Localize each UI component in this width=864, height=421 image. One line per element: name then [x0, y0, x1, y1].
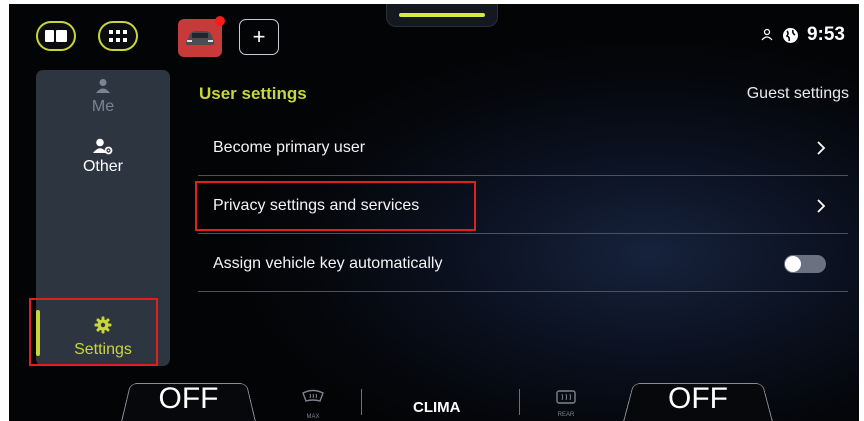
divider — [361, 389, 362, 415]
assign-key-toggle[interactable] — [784, 255, 826, 273]
handle-bar — [399, 13, 485, 17]
sidebar-item-label: Other — [82, 158, 123, 175]
row-become-primary-user[interactable]: Become primary user — [198, 120, 848, 176]
right-temperature-off[interactable]: OFF — [623, 376, 773, 421]
divider — [519, 389, 520, 415]
rear-defrost-icon — [556, 390, 576, 404]
max-defrost-button[interactable]: MAX — [299, 389, 327, 420]
clima-button[interactable]: CLIMA — [413, 399, 461, 416]
climate-bar: OFF MAX CLIMA REAR OFF — [9, 371, 859, 421]
split-view-icon — [45, 30, 67, 42]
sidebar-item-label: Me — [91, 98, 115, 115]
split-screen-button[interactable] — [36, 21, 76, 51]
user-settings-icon — [93, 138, 113, 155]
apps-button[interactable] — [98, 21, 138, 51]
user-icon — [96, 79, 110, 93]
rear-label: REAR — [557, 412, 575, 418]
apps-grid-icon — [109, 30, 127, 42]
pull-down-handle[interactable] — [386, 4, 498, 27]
vehicle-button[interactable] — [178, 19, 222, 57]
highlight-box-privacy — [195, 181, 476, 231]
plus-icon: + — [252, 24, 266, 49]
row-label: Become primary user — [213, 139, 366, 156]
clock: 9:53 — [806, 24, 845, 45]
highlight-box-settings — [29, 298, 158, 366]
notification-dot — [215, 16, 225, 26]
status-area: 9:53 — [760, 24, 845, 46]
car-icon — [186, 31, 214, 45]
section-title: User settings — [199, 84, 307, 103]
row-label: Assign vehicle key automatically — [213, 255, 443, 272]
max-label: MAX — [306, 414, 320, 420]
chevron-right-icon — [817, 141, 826, 155]
sidebar-item-me[interactable]: Me — [36, 78, 170, 116]
sidebar-item-other[interactable]: Other — [36, 138, 170, 176]
globe-icon — [782, 27, 798, 43]
user-link-icon — [761, 28, 773, 41]
screen: + 9:53 Me Other Settings User settings G… — [9, 4, 859, 421]
row-assign-vehicle-key: Assign vehicle key automatically — [198, 236, 848, 292]
chevron-right-icon — [817, 199, 826, 213]
left-temperature-off[interactable]: OFF — [121, 376, 256, 421]
rear-defrost-button[interactable]: REAR — [555, 389, 577, 418]
windshield-defrost-icon — [302, 389, 324, 402]
left-off-label: OFF — [158, 382, 219, 415]
add-button[interactable]: + — [239, 19, 279, 55]
guest-settings-link[interactable]: Guest settings — [747, 85, 849, 103]
right-off-label: OFF — [668, 382, 728, 415]
toggle-knob — [785, 256, 801, 272]
